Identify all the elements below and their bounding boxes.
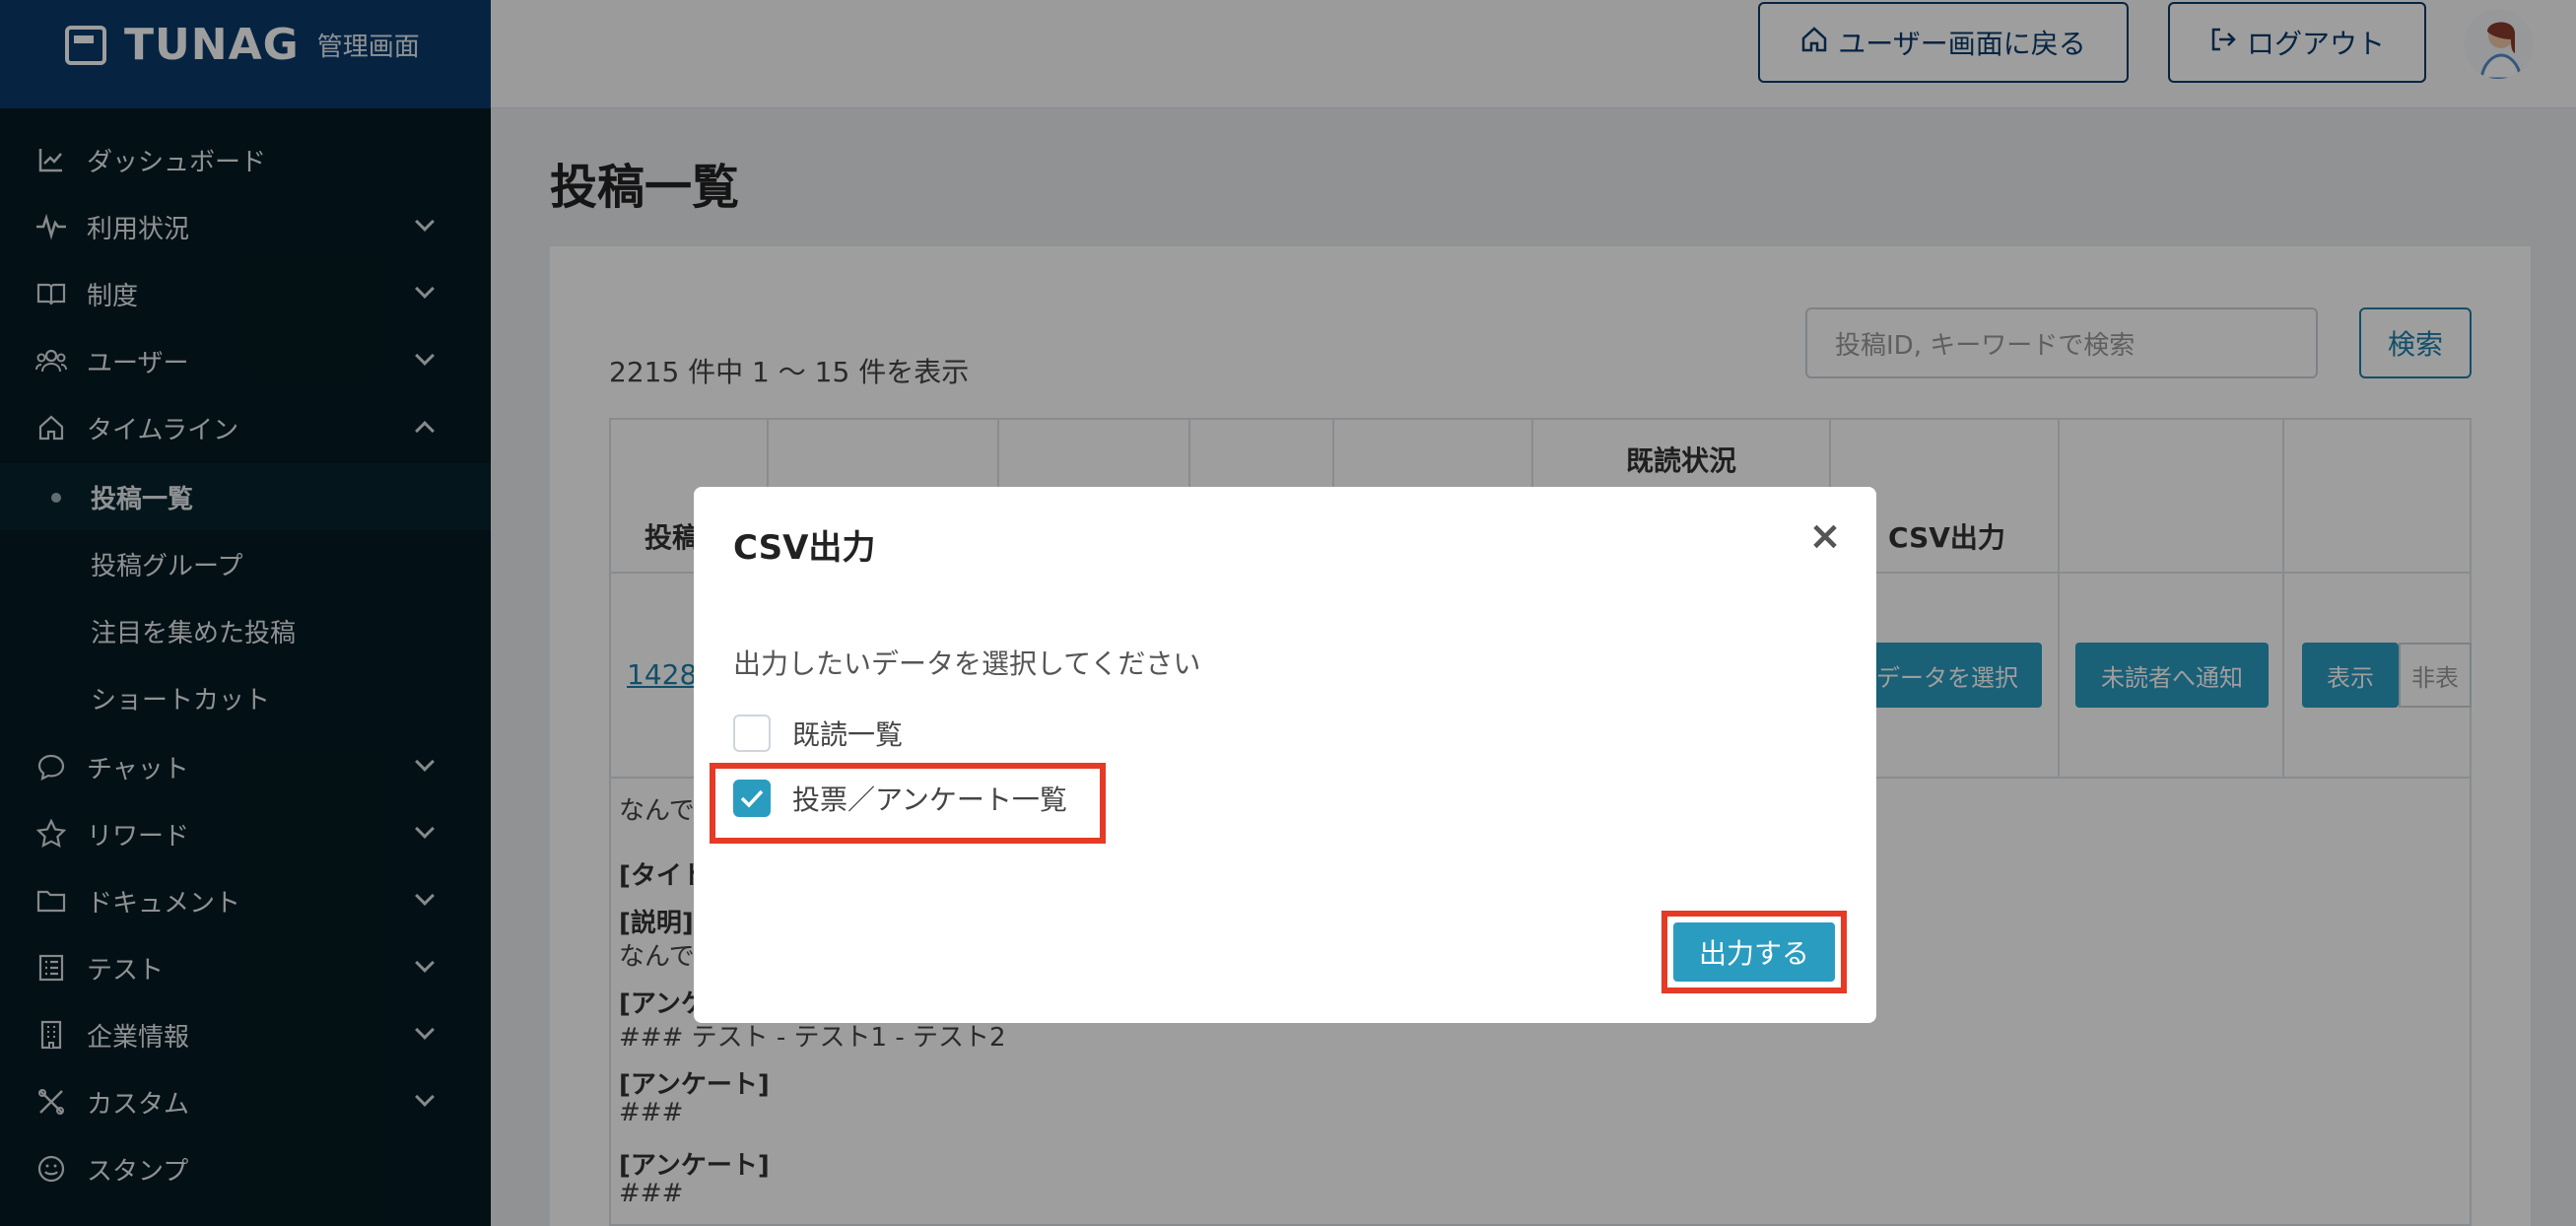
checkbox[interactable] (733, 715, 771, 752)
highlight-box (710, 763, 1106, 844)
modal-description: 出力したいデータを選択してください (733, 647, 1201, 680)
modal-title: CSV出力 (733, 528, 876, 568)
export-submit-button[interactable]: 出力する (1673, 922, 1835, 982)
option-label: 既読一覧 (792, 718, 904, 751)
option-read-list[interactable]: 既読一覧 (733, 714, 903, 753)
close-icon[interactable]: × (1805, 513, 1845, 559)
